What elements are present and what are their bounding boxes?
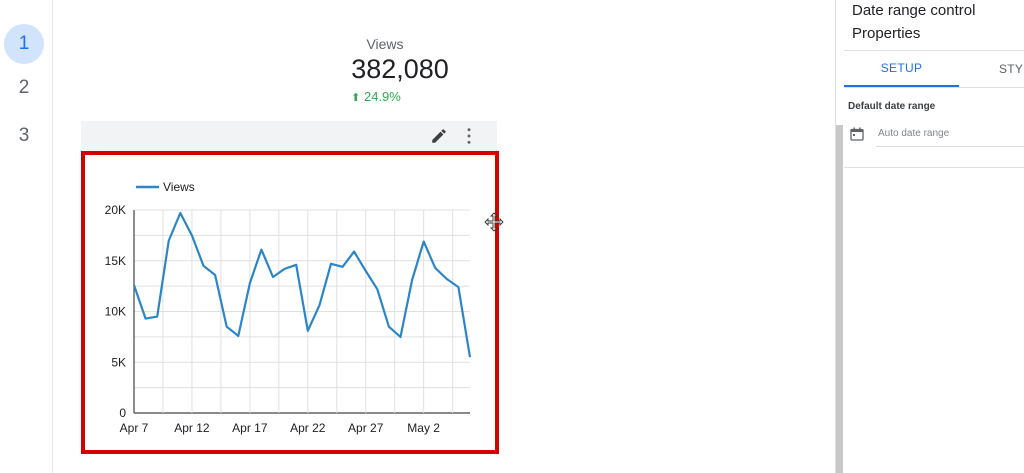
divider	[844, 87, 1024, 88]
x-tick-label: Apr 22	[290, 421, 326, 435]
scorecard-delta: ⬆ 24.9%	[282, 89, 470, 104]
panel-title: Date range control	[852, 2, 976, 19]
y-tick-label: 10K	[105, 305, 126, 319]
x-tick-label: Apr 27	[348, 421, 384, 435]
chart-canvas: 0 5K 10K 15K 20K Apr 7 Apr 12 Apr 17 Apr 22 Apr 2…	[105, 180, 472, 435]
move-cursor-icon	[484, 212, 504, 232]
y-tick-label: 15K	[105, 254, 126, 268]
scorecard-label: Views	[366, 36, 404, 52]
properties-panel: Date range control Properties SETUP STYL…	[835, 0, 1024, 473]
y-tick-label: 20K	[105, 203, 126, 217]
arrow-up-icon: ⬆	[351, 92, 361, 104]
tab-style[interactable]: STYL	[999, 51, 1024, 87]
page-navigation: 1 2 3	[0, 0, 53, 473]
divider	[844, 167, 1024, 168]
scorecard-value: 382,080	[351, 54, 449, 84]
y-tick-label: 0	[119, 406, 126, 420]
series-line-views	[132, 211, 472, 358]
more-vert-icon[interactable]	[464, 127, 474, 145]
x-tick-label: Apr 7	[120, 421, 149, 435]
time-series-chart[interactable]: 0 5K 10K 15K 20K Apr 7 Apr 12 Apr 17 Apr 22 Apr 2…	[81, 151, 499, 454]
views-scorecard[interactable]: Views 382,080 ⬆ 24.9%	[330, 36, 470, 104]
chart-toolbar	[81, 121, 497, 151]
panel-subtitle: Properties	[852, 25, 921, 42]
default-date-range-label: Default date range	[848, 101, 936, 112]
date-range-value: Auto date range	[878, 128, 950, 139]
legend-label: Views	[163, 180, 195, 194]
edit-icon[interactable]	[430, 127, 448, 145]
x-tick-label: Apr 17	[232, 421, 268, 435]
x-tick-label: May 2	[407, 421, 440, 435]
page-3-button[interactable]: 3	[4, 116, 44, 156]
date-range-dropdown[interactable]: Auto date range	[876, 124, 1024, 147]
page-2-button[interactable]: 2	[4, 68, 44, 108]
y-tick-label: 5K	[111, 355, 126, 369]
calendar-icon	[850, 127, 864, 141]
page-1-button[interactable]: 1	[4, 24, 44, 64]
x-tick-label: Apr 12	[174, 421, 210, 435]
panel-scrollbar[interactable]	[836, 125, 843, 473]
tab-setup[interactable]: SETUP	[844, 51, 959, 87]
scorecard-delta-value: 24.9%	[363, 89, 401, 104]
